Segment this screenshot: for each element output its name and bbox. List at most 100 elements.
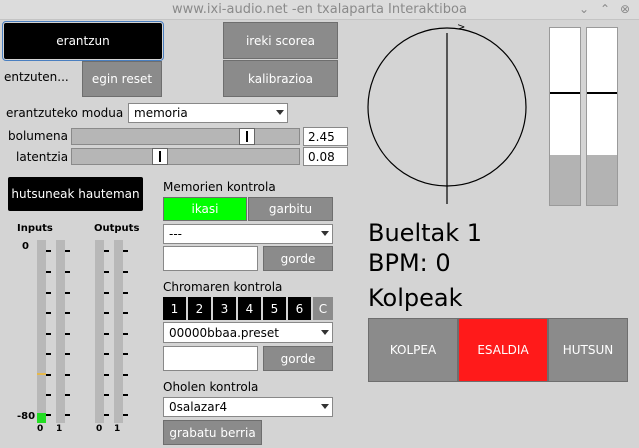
plank-section-title: Oholen kontrola (163, 380, 259, 394)
meter-tick (104, 312, 109, 314)
dial-marker: > (457, 22, 466, 33)
memory-section-title: Memorien kontrola (163, 180, 276, 194)
meter-tick (46, 333, 51, 335)
meter-tick (104, 394, 109, 396)
meter-tick (46, 250, 51, 252)
meter-tick (123, 333, 128, 335)
chroma-button-6[interactable]: 6 (288, 297, 311, 320)
minimize-icon[interactable]: ⌄ (576, 1, 592, 17)
chevron-down-icon (321, 231, 329, 236)
vertical-slider-2[interactable] (586, 27, 618, 206)
chroma-button-2[interactable]: 2 (188, 297, 211, 320)
meter-scale-top: 0 (22, 241, 29, 252)
latency-slider[interactable] (71, 148, 300, 165)
memory-select[interactable]: --- (163, 224, 333, 244)
meter-scale-bottom: -80 (17, 411, 36, 422)
vertical-slider-2-handle[interactable] (587, 92, 617, 94)
chroma-button-5[interactable]: 5 (263, 297, 286, 320)
meter-tick (123, 414, 128, 416)
meter-tick (46, 394, 51, 396)
meter-tick (46, 353, 51, 355)
chroma-button-4[interactable]: 4 (238, 297, 261, 320)
meter-tick (65, 250, 70, 252)
preset-name-input[interactable] (163, 346, 258, 371)
inputs-label: Inputs (17, 223, 53, 234)
erantzun-button[interactable]: erantzun (2, 21, 164, 61)
learn-button[interactable]: ikasi (163, 197, 247, 221)
calibration-button[interactable]: kalibrazioa (223, 60, 338, 97)
meter-tick (65, 292, 70, 294)
close-icon[interactable]: ⊗ (617, 1, 633, 17)
preset-save-button[interactable]: gorde (263, 346, 333, 371)
meter-tick (123, 374, 128, 376)
volume-slider[interactable] (71, 128, 300, 145)
mode-select[interactable]: memoria (128, 103, 288, 123)
vertical-slider-1-fill (550, 155, 580, 205)
meter-tick (123, 271, 128, 273)
gap-button[interactable]: HUTSUN (548, 318, 628, 382)
plank-select[interactable]: 0salazar4 (163, 397, 333, 417)
latency-label: latentzia (16, 150, 69, 164)
meter-tick (104, 414, 109, 416)
chroma-button-c[interactable]: C (313, 297, 333, 320)
meter-tick (104, 271, 109, 273)
meter-tick (46, 292, 51, 294)
meter-tick (123, 394, 128, 396)
meter-tick (123, 353, 128, 355)
reset-button[interactable]: egin reset (82, 61, 162, 97)
meter-tick (104, 333, 109, 335)
bpm-display: BPM: 0 (368, 249, 451, 277)
input-meter-1 (56, 240, 65, 423)
meter-tick (46, 312, 51, 314)
meter-tick (104, 250, 109, 252)
preset-select[interactable]: 00000bbaa.preset (163, 322, 333, 343)
volume-slider-thumb[interactable] (239, 128, 255, 145)
mode-label: erantzuteko modua (6, 106, 124, 120)
chevron-down-icon (321, 404, 329, 409)
phrase-button[interactable]: ESALDIA (458, 318, 548, 382)
chevron-down-icon (321, 329, 329, 335)
meter-tick (65, 353, 70, 355)
meter-tick (123, 292, 128, 294)
record-new-button[interactable]: grabatu berria (163, 420, 262, 445)
meter-tick (104, 353, 109, 355)
listening-status: entzuten... (4, 70, 69, 84)
meter-tick (65, 312, 70, 314)
chroma-button-1[interactable]: 1 (163, 297, 186, 320)
input-channel-1: 1 (56, 424, 63, 434)
meter-tick (65, 394, 70, 396)
meter-tick (104, 292, 109, 294)
memory-save-button[interactable]: gorde (263, 246, 333, 271)
meter-tick (65, 374, 70, 376)
volume-label: bolumena (8, 129, 68, 143)
maximize-icon[interactable]: ⌃ (597, 1, 613, 17)
meter-tick (46, 374, 51, 376)
detect-gaps-button[interactable]: hutsuneak hauteman (8, 177, 143, 211)
hit-button[interactable]: KOLPEA (368, 318, 458, 382)
rounds-display: Bueltak 1 (368, 219, 483, 247)
rotation-dial (367, 27, 527, 204)
outputs-label: Outputs (94, 223, 140, 234)
output-channel-1: 1 (114, 424, 121, 434)
input-meter-0 (37, 240, 46, 423)
chroma-button-3[interactable]: 3 (213, 297, 236, 320)
vertical-slider-2-fill (587, 155, 617, 205)
meter-tick (104, 374, 109, 376)
latency-value[interactable]: 0.08 (303, 147, 348, 166)
volume-value[interactable]: 2.45 (303, 127, 348, 146)
mode-select-value: memoria (134, 106, 188, 120)
open-score-button[interactable]: ireki scorea (223, 22, 338, 59)
window-title: www.ixi-audio.net -en txalaparta Interak… (172, 2, 467, 17)
memory-name-input[interactable] (163, 246, 258, 271)
input-level-0 (37, 413, 46, 423)
plank-select-value: 0salazar4 (169, 400, 228, 414)
vertical-slider-1[interactable] (549, 27, 581, 206)
meter-tick (65, 333, 70, 335)
chevron-down-icon (276, 110, 284, 115)
vertical-slider-1-handle[interactable] (550, 92, 580, 94)
latency-slider-thumb[interactable] (152, 148, 168, 165)
meter-tick (46, 414, 51, 416)
preset-select-value: 00000bbaa.preset (169, 325, 279, 340)
clear-button[interactable]: garbitu (248, 197, 333, 221)
output-meter-1 (114, 240, 123, 423)
